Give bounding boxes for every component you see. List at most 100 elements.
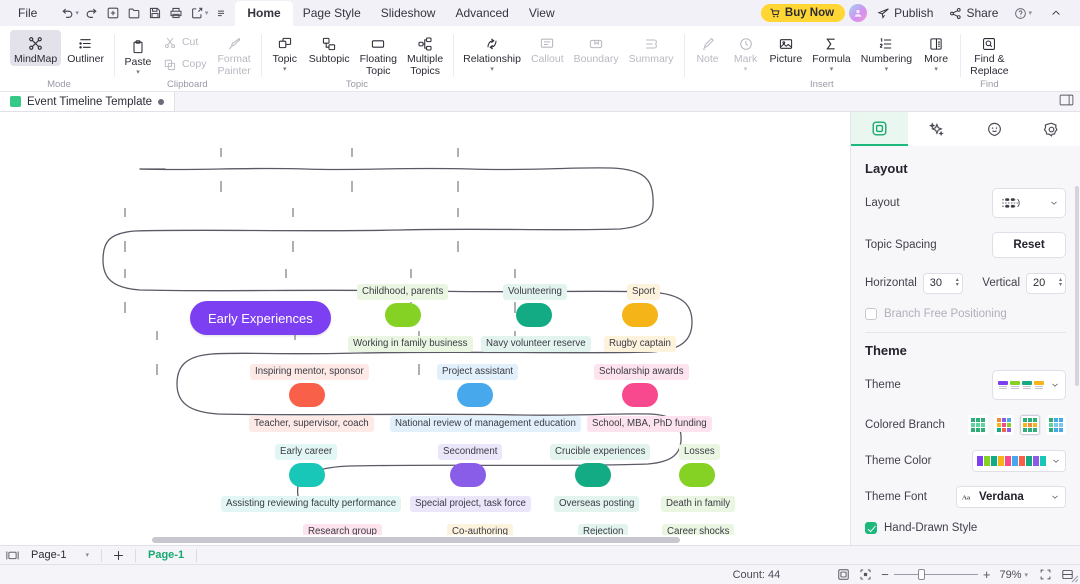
document-tab[interactable]: Event Timeline Template [0, 92, 176, 111]
node-crucible[interactable] [575, 463, 611, 487]
leaf-early-career-below[interactable]: Assisting reviewing faculty performance [221, 496, 402, 512]
node-losses[interactable] [679, 463, 715, 487]
export-icon[interactable] [187, 3, 207, 23]
root-node[interactable]: Early Experiences [190, 301, 331, 335]
node-scholarship[interactable] [622, 383, 658, 407]
topic-caret-icon[interactable]: ▾ [283, 66, 287, 74]
canvas-hscrollbar[interactable] [0, 535, 850, 545]
branch-free-positioning-checkbox[interactable] [865, 308, 877, 320]
publish-button[interactable]: Publish [871, 3, 939, 23]
paste-button[interactable]: Paste ▾ [120, 30, 156, 77]
export-caret-icon[interactable]: ▾ [205, 9, 209, 17]
new-icon[interactable] [103, 3, 123, 23]
leaf-volunteering-above[interactable]: Volunteering [503, 284, 567, 300]
formula-button[interactable]: Formula ▾ [808, 30, 855, 74]
add-page-button[interactable] [106, 549, 131, 562]
horizontal-stepper[interactable]: 30 ▴ ▾ [922, 272, 963, 294]
menu-tab-page-style[interactable]: Page Style [293, 3, 371, 23]
resize-grip-icon[interactable] [1069, 573, 1079, 583]
leaf-scholarship-below[interactable]: School, MBA, PhD funding [587, 416, 712, 432]
fit-page-icon[interactable] [837, 568, 850, 581]
panel-tab-style[interactable] [966, 112, 1023, 146]
leaf-losses-above[interactable]: Losses [679, 444, 720, 460]
avatar[interactable] [849, 4, 868, 22]
reset-button[interactable]: Reset [992, 232, 1066, 258]
node-sport[interactable] [622, 303, 658, 327]
leaf-losses-below[interactable]: Death in family [661, 496, 736, 512]
colored-branch-option-4[interactable] [1046, 415, 1066, 435]
panel-toggle-icon[interactable] [1059, 94, 1074, 109]
undo-caret-icon[interactable]: ▾ [75, 9, 79, 17]
formula-caret-icon[interactable]: ▾ [830, 66, 834, 74]
leaf-project-assistant-below[interactable]: National review of management education [390, 416, 581, 432]
collapse-ribbon-icon[interactable] [1044, 4, 1068, 22]
print-icon[interactable] [166, 3, 186, 23]
menu-tab-slideshow[interactable]: Slideshow [371, 3, 446, 23]
help-icon[interactable]: ▾ [1008, 4, 1040, 23]
zoom-in-button[interactable]: + [983, 567, 991, 582]
node-project-assistant[interactable] [457, 383, 493, 407]
colored-branch-option-2[interactable] [994, 415, 1014, 435]
zoom-caret-icon[interactable]: ▾ [1024, 571, 1028, 579]
picture-button[interactable]: Picture [766, 30, 807, 66]
zoom-slider-track[interactable] [893, 569, 978, 580]
fullscreen-icon[interactable] [1039, 568, 1052, 581]
menu-tab-home[interactable]: Home [235, 0, 293, 26]
relationship-button[interactable]: Relationship ▾ [459, 30, 525, 74]
leaf-childhood-above[interactable]: Childhood, parents [357, 284, 449, 300]
relationship-caret-icon[interactable]: ▾ [490, 66, 494, 74]
zoom-slider[interactable]: − + [881, 567, 990, 582]
page-selector-caret-icon[interactable]: ▾ [85, 551, 89, 559]
panel-tab-ai[interactable] [908, 112, 965, 146]
numbering-caret-icon[interactable]: ▾ [885, 66, 889, 74]
panel-tab-layout[interactable] [851, 112, 909, 146]
node-early-career[interactable] [289, 463, 325, 487]
node-volunteering[interactable] [516, 303, 552, 327]
page-view-icon[interactable] [0, 550, 25, 561]
numbering-button[interactable]: Numbering ▾ [857, 30, 916, 74]
zoom-value[interactable]: 79% [999, 569, 1021, 581]
leaf-sport-below[interactable]: Rugby captain [604, 336, 676, 352]
redo-icon[interactable] [82, 3, 102, 23]
layout-select[interactable] [992, 188, 1066, 218]
leaf-mentor-below[interactable]: Teacher, supervisor, coach [249, 416, 374, 432]
open-icon[interactable] [124, 3, 144, 23]
menu-tab-advanced[interactable]: Advanced [445, 3, 518, 23]
leaf-volunteering-below[interactable]: Navy volunteer reserve [481, 336, 591, 352]
share-button[interactable]: Share [943, 3, 1004, 23]
leaf-secondment-above[interactable]: Secondment [438, 444, 503, 460]
vertical-stepper-arrows[interactable]: ▴ ▾ [1059, 277, 1062, 288]
branch-free-positioning-row[interactable]: Branch Free Positioning [865, 308, 1066, 320]
leaf-secondment-below[interactable]: Special project, task force [410, 496, 531, 512]
theme-color-select[interactable] [972, 450, 1066, 472]
more-icon[interactable] [211, 3, 231, 23]
mindmap-canvas[interactable]: Early Experiences Childhood, parents Wor… [0, 112, 850, 545]
subtopic-button[interactable]: Subtopic [305, 30, 354, 66]
topic-button[interactable]: Topic ▾ [267, 30, 303, 74]
hand-drawn-style-checkbox[interactable] [865, 522, 877, 534]
multiple-topics-button[interactable]: Multiple Topics [403, 30, 447, 77]
undo-icon[interactable] [57, 3, 77, 23]
vertical-stepper[interactable]: 20 ▴ ▾ [1026, 272, 1066, 294]
leaf-sport-above[interactable]: Sport [627, 284, 661, 300]
canvas-hscrollbar-thumb[interactable] [152, 537, 680, 543]
menu-tab-view[interactable]: View [519, 3, 565, 23]
panel-scrollbar-thumb[interactable] [1075, 186, 1079, 386]
floating-topic-button[interactable]: Floating Topic [356, 30, 401, 77]
more-insert-button[interactable]: More ▾ [918, 30, 954, 74]
buy-now-button[interactable]: Buy Now [760, 4, 846, 22]
leaf-scholarship-above[interactable]: Scholarship awards [594, 364, 689, 380]
zoom-out-button[interactable]: − [881, 567, 889, 582]
help-caret-icon[interactable]: ▾ [1028, 9, 1032, 17]
find-replace-button[interactable]: Find & Replace [966, 30, 1013, 77]
zoom-slider-thumb[interactable] [917, 569, 925, 580]
leaf-childhood-below[interactable]: Working in family business [348, 336, 473, 352]
theme-font-select[interactable]: Aa Verdana [956, 486, 1066, 508]
leaf-early-career-above[interactable]: Early career [275, 444, 338, 460]
panel-tab-settings[interactable] [1023, 112, 1080, 146]
hand-drawn-style-row[interactable]: Hand-Drawn Style [865, 522, 1066, 534]
save-icon[interactable] [145, 3, 165, 23]
more-insert-caret-icon[interactable]: ▾ [934, 66, 938, 74]
theme-select[interactable] [992, 370, 1066, 400]
node-childhood[interactable] [385, 303, 421, 327]
